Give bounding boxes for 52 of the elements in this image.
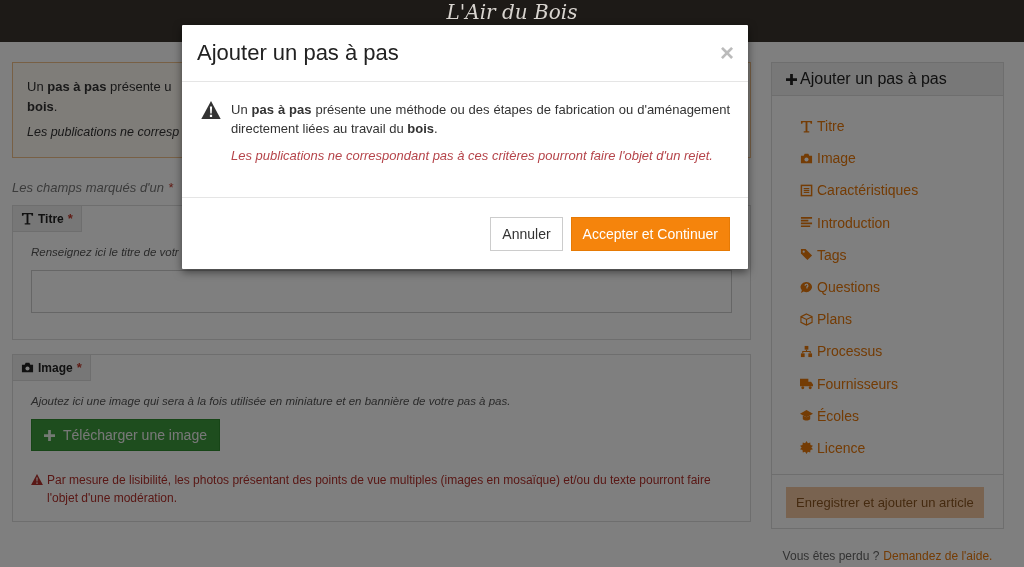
warning-icon: [31, 474, 43, 485]
close-button[interactable]: ×: [720, 41, 734, 65]
title-input[interactable]: [31, 270, 732, 313]
sidebar-link[interactable]: Tags: [800, 238, 847, 271]
required-asterisk: *: [67, 211, 73, 226]
sidebar-link[interactable]: Questions: [800, 270, 881, 304]
modal-title: Ajouter un pas à pas: [197, 40, 399, 66]
tag-icon: [800, 248, 813, 262]
text-icon: [21, 212, 34, 225]
section-label: Titre: [38, 211, 64, 226]
section-label: Image: [38, 360, 73, 375]
plus-icon: [44, 429, 55, 441]
sitemap-icon: [800, 344, 813, 358]
question-bubble-icon: [800, 280, 813, 294]
help-text: Renseignez ici le titre de votr: [31, 246, 179, 258]
site-logo[interactable]: L'Air du Bois: [446, 2, 578, 22]
camera-icon: [800, 151, 813, 165]
cube-icon: [800, 312, 813, 326]
required-asterisk: *: [76, 360, 82, 375]
sidebar-link[interactable]: Introduction: [800, 206, 891, 239]
modal-note: Les publications ne correspondant pas à ces critères pourront faire l'objet d'un rejet.: [231, 148, 714, 163]
required-note: Les champs marqués d'un: [12, 180, 165, 195]
camera-icon: [21, 361, 34, 374]
seal-icon: [800, 441, 813, 455]
sidebar-link[interactable]: Écoles: [800, 399, 860, 432]
sidebar-link[interactable]: Image: [800, 142, 856, 175]
required-asterisk: *: [168, 180, 174, 195]
sidebar-link[interactable]: Titre: [800, 110, 845, 143]
align-left-icon: [800, 216, 813, 230]
help-text: Ajoutez ici une image qui sera à la fois utilisée en miniature et en bannière de votre pas à pas.: [31, 395, 511, 407]
warning-icon: [201, 101, 221, 119]
sidebar-link[interactable]: Processus: [800, 335, 883, 368]
warning-text: Par mesure de lisibilité, les photos présentant des points de vue multiples (images en mosaïque) et/ou du texte pourront faire l'objet d'une modération.: [47, 472, 712, 507]
info-text: bois.: [27, 98, 58, 116]
graduation-cap-icon: [800, 409, 813, 423]
document-icon: [800, 183, 813, 197]
sidebar-link[interactable]: Caractéristiques: [800, 174, 919, 207]
accept-button[interactable]: Accepter et Continuer: [570, 217, 730, 251]
sidebar-link[interactable]: Licence: [800, 431, 866, 465]
info-note: Les publications ne corresp: [27, 125, 180, 139]
help-link[interactable]: Demandez de l'aide.: [883, 549, 993, 564]
help-question: Vous êtes perdu ?: [782, 549, 880, 564]
text-icon: [800, 119, 813, 133]
sidebar-link[interactable]: Plans: [800, 303, 853, 336]
cancel-button[interactable]: Annuler: [490, 217, 563, 251]
sidebar-title: Ajouter un pas à pas: [800, 70, 947, 88]
modal-message: Un pas à pas présente une méthode ou des étapes de fabrication ou d'aménagement directement liées au travail du bois.: [231, 101, 730, 138]
upload-button[interactable]: Télécharger une image: [31, 419, 220, 451]
sidebar-link[interactable]: Fournisseurs: [800, 367, 898, 400]
truck-icon: [800, 377, 813, 391]
info-text: Un pas à pas présente u: [27, 78, 172, 96]
plus-icon: [786, 73, 797, 85]
